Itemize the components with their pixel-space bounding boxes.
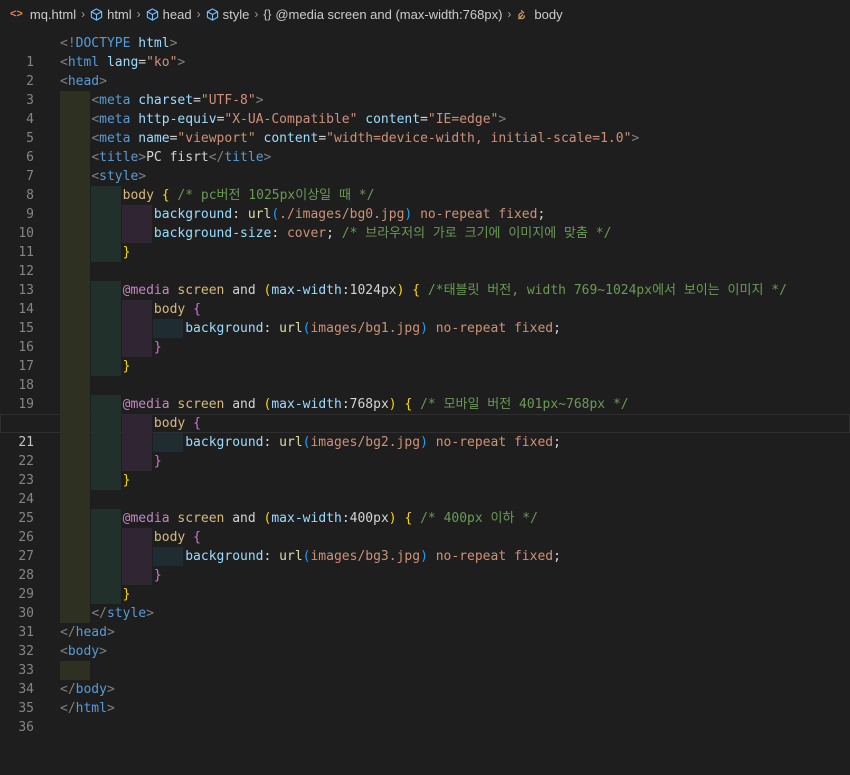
code-line-4[interactable]: 4 <meta charset="UTF-8"> bbox=[0, 91, 850, 127]
code-line-18[interactable]: 18 } bbox=[0, 357, 850, 393]
breadcrumb: <> mq.html › html › head › style › {} @m… bbox=[0, 0, 850, 28]
code-line-1[interactable]: 1 <!DOCTYPE html> bbox=[0, 34, 850, 70]
code-line-24[interactable]: 24 } bbox=[0, 471, 850, 507]
code-line-15[interactable]: 15 body { bbox=[0, 300, 850, 336]
code-line-27[interactable]: 27 body { bbox=[0, 528, 850, 564]
chevron-right-icon: › bbox=[136, 7, 141, 21]
code-line-3[interactable]: 3 <head> bbox=[0, 72, 850, 108]
code-text: } bbox=[153, 454, 162, 469]
code-text: </html> bbox=[60, 701, 115, 716]
code-text: @media screen and (max-width:400px) { /*… bbox=[122, 511, 538, 526]
code-line-35[interactable]: 35 </body> bbox=[0, 680, 850, 716]
code-text: </head> bbox=[60, 625, 115, 640]
code-text: </style> bbox=[91, 606, 154, 621]
indent-guide bbox=[60, 490, 90, 509]
breadcrumb-item-label: html bbox=[107, 6, 132, 22]
code-line-14[interactable]: 14 @media screen and (max-width:1024px) … bbox=[0, 281, 850, 317]
code-line-36[interactable]: 36 </html> bbox=[0, 699, 850, 735]
line-number: 36 bbox=[18, 720, 34, 735]
code-text: background-size: cover; /* 브라우저의 가로 크기에 … bbox=[153, 226, 612, 241]
breadcrumb-item-head[interactable]: head bbox=[146, 7, 192, 22]
indent-guide bbox=[60, 661, 90, 680]
code-text: <style> bbox=[91, 169, 147, 184]
code-text: body { bbox=[153, 302, 201, 317]
code-text: body { bbox=[153, 530, 201, 545]
code-text: <body> bbox=[60, 644, 107, 659]
breadcrumb-item-html[interactable]: html bbox=[90, 7, 132, 22]
code-line-29[interactable]: 29 } bbox=[0, 566, 850, 602]
code-text: } bbox=[122, 587, 131, 602]
code-text: <meta http-equiv="X-UA-Compatible" conte… bbox=[91, 112, 507, 127]
code-line-9[interactable]: 9 body { /* pc버전 1025px이상일 때 */ bbox=[0, 186, 850, 222]
code-line-5[interactable]: 5 <meta http-equiv="X-UA-Compatible" con… bbox=[0, 110, 850, 146]
code-line-20[interactable]: 20 @media screen and (max-width:768px) {… bbox=[0, 395, 850, 431]
code-line-6[interactable]: 6 <meta name="viewport" content="width=d… bbox=[0, 129, 850, 165]
code-text: } bbox=[122, 245, 131, 260]
code-line-33[interactable]: 33 <body> bbox=[0, 642, 850, 678]
breadcrumb-item-label: body bbox=[534, 6, 563, 22]
code-line-2[interactable]: 2 <html lang="ko"> bbox=[0, 53, 850, 89]
chevron-right-icon: › bbox=[507, 7, 512, 21]
code-text: } bbox=[122, 473, 131, 488]
code-line-22[interactable]: 22 background: url(images/bg2.jpg) no-re… bbox=[0, 433, 850, 469]
code-line-17[interactable]: 17 } bbox=[0, 338, 850, 374]
code-text: body { bbox=[153, 416, 201, 431]
code-line-16[interactable]: 16 background: url(images/bg1.jpg) no-re… bbox=[0, 319, 850, 355]
code-text: background: url(./images/bg0.jpg) no-rep… bbox=[153, 207, 546, 222]
code-line-30[interactable]: 30 } bbox=[0, 585, 850, 621]
braces-icon: {} bbox=[263, 7, 272, 21]
code-text: } bbox=[153, 568, 162, 583]
code-line-32[interactable]: 32 </head> bbox=[0, 623, 850, 659]
code-line-11[interactable]: 11 background-size: cover; /* 브라우저의 가로 크… bbox=[0, 224, 850, 260]
element-cube-icon bbox=[146, 7, 158, 21]
code-text: background: url(images/bg3.jpg) no-repea… bbox=[185, 549, 561, 564]
chevron-right-icon: › bbox=[81, 7, 86, 21]
breadcrumb-item-label: @media screen and (max-width:768px) bbox=[275, 6, 503, 22]
code-text: <head> bbox=[60, 74, 107, 89]
code-text: background: url(images/bg1.jpg) no-repea… bbox=[185, 321, 561, 336]
code-text: @media screen and (max-width:768px) { /*… bbox=[122, 397, 629, 412]
chevron-right-icon: › bbox=[196, 7, 201, 21]
code-line-10[interactable]: 10 background: url(./images/bg0.jpg) no-… bbox=[0, 205, 850, 241]
code-line-12[interactable]: 12 } bbox=[0, 243, 850, 279]
code-text: } bbox=[153, 340, 162, 355]
breadcrumb-file-label: mq.html bbox=[29, 6, 77, 22]
html-file-icon: <> bbox=[10, 8, 23, 20]
code-line-7[interactable]: 7 <title>PC fisrt</title> bbox=[0, 148, 850, 184]
indent-guide bbox=[60, 376, 90, 395]
code-line-28[interactable]: 28 background: url(images/bg3.jpg) no-re… bbox=[0, 547, 850, 583]
breadcrumb-item-media[interactable]: {} @media screen and (max-width:768px) bbox=[263, 7, 502, 22]
code-line-31[interactable]: 31 </style> bbox=[0, 604, 850, 640]
code-text: background: url(images/bg2.jpg) no-repea… bbox=[185, 435, 561, 450]
code-text: <!DOCTYPE html> bbox=[60, 36, 178, 51]
indent-guide bbox=[60, 262, 90, 281]
code-text: body { /* pc버전 1025px이상일 때 */ bbox=[122, 188, 375, 203]
code-line-8[interactable]: 8 <style> bbox=[0, 167, 850, 203]
element-cube-icon bbox=[90, 7, 103, 21]
code-line-19[interactable]: 19 bbox=[0, 376, 850, 412]
code-text: <title>PC fisrt</title> bbox=[91, 150, 272, 165]
breadcrumb-item-label: style bbox=[222, 6, 250, 22]
chevron-right-icon: › bbox=[254, 7, 259, 21]
code-line-25[interactable]: 25 bbox=[0, 490, 850, 526]
breadcrumb-item-label: head bbox=[162, 6, 192, 22]
code-text: } bbox=[122, 359, 131, 374]
breadcrumb-item-style[interactable]: style bbox=[206, 6, 250, 22]
element-cube-icon bbox=[206, 7, 218, 21]
breadcrumb-item-body[interactable]: body bbox=[516, 6, 563, 22]
code-line-13[interactable]: 13 bbox=[0, 262, 850, 298]
code-text: <meta charset="UTF-8"> bbox=[91, 93, 264, 108]
code-text: @media screen and (max-width:1024px) { /… bbox=[122, 283, 787, 298]
code-text: </body> bbox=[60, 682, 115, 697]
code-text: <meta name="viewport" content="width=dev… bbox=[91, 131, 640, 146]
code-line-34[interactable]: 34 bbox=[0, 661, 850, 697]
code-line-26[interactable]: 26 @media screen and (max-width:400px) {… bbox=[0, 509, 850, 545]
wrench-icon bbox=[518, 9, 526, 20]
code-text: <html lang="ko"> bbox=[60, 55, 186, 70]
code-line-23[interactable]: 23 } bbox=[0, 452, 850, 488]
breadcrumb-file[interactable]: <> mq.html bbox=[10, 7, 76, 22]
code-editor[interactable]: 1 <!DOCTYPE html> 2 <html lang="ko"> 3 <… bbox=[0, 28, 850, 738]
code-line-21[interactable]: 21 body { bbox=[0, 414, 850, 450]
